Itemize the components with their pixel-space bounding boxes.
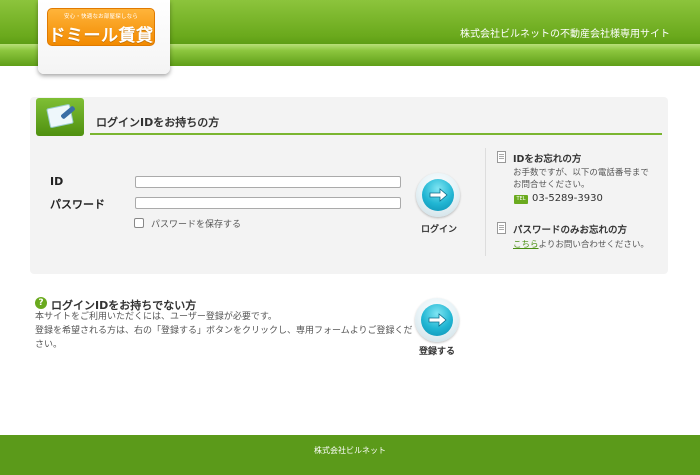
tel-number: 03-5289-3930 <box>532 193 603 204</box>
logo: 安心・快適なお部屋探しなら ドミール賃貸 <box>47 8 155 46</box>
save-password-label[interactable]: パスワードを保存する <box>151 217 241 230</box>
login-panel-title: ログインIDをお持ちの方 <box>96 116 220 129</box>
footer: 株式会社ビルネット <box>0 435 700 475</box>
footer-company: 株式会社ビルネット <box>314 446 386 455</box>
register-button[interactable] <box>415 298 459 342</box>
document-icon <box>497 222 506 234</box>
help-divider <box>485 148 486 256</box>
forgot-id-text-2: お問合せください。 <box>513 180 590 190</box>
id-label: ID <box>50 175 64 188</box>
site-caption: 株式会社ビルネットの不動産会社様専用サイト <box>460 29 670 40</box>
save-password-checkbox[interactable] <box>134 218 144 228</box>
arrow-right-icon <box>429 188 448 202</box>
id-input[interactable] <box>135 176 401 188</box>
forgot-id-title: IDをお忘れの方 <box>513 154 582 165</box>
register-text-1: 本サイトをご利用いただくには、ユーザー登録が必要です。 <box>35 312 277 322</box>
logo-card[interactable]: 安心・快適なお部屋探しなら ドミール賃貸 <box>38 0 170 74</box>
register-text-3: さい。 <box>35 340 63 350</box>
document-icon <box>497 151 506 163</box>
password-label: パスワード <box>50 198 105 211</box>
login-button-label[interactable]: ログイン <box>404 222 474 235</box>
question-icon: ? <box>35 297 47 309</box>
forgot-id-text-1: お手数ですが、以下の電話番号まで <box>513 168 649 178</box>
contact-link[interactable]: こちら <box>513 240 539 250</box>
register-text-2: 登録を希望される方は、右の「登録する」ボタンをクリックし、専用フォームよりご登録… <box>35 326 413 336</box>
password-input[interactable] <box>135 197 401 209</box>
register-button-label[interactable]: 登録する <box>402 344 472 357</box>
login-button[interactable] <box>416 173 460 217</box>
document-pen-icon <box>36 98 84 136</box>
panel-divider <box>90 133 662 135</box>
forgot-password-text: こちらよりお問い合わせください。 <box>513 239 649 251</box>
tel-badge: TEL <box>514 195 528 204</box>
arrow-right-icon <box>428 313 447 327</box>
forgot-password-suffix: よりお問い合わせください。 <box>538 240 649 250</box>
forgot-password-title: パスワードのみお忘れの方 <box>513 225 628 236</box>
logo-title: ドミール賃貸 <box>48 26 154 46</box>
logo-tagline: 安心・快適なお部屋探しなら <box>63 14 139 20</box>
